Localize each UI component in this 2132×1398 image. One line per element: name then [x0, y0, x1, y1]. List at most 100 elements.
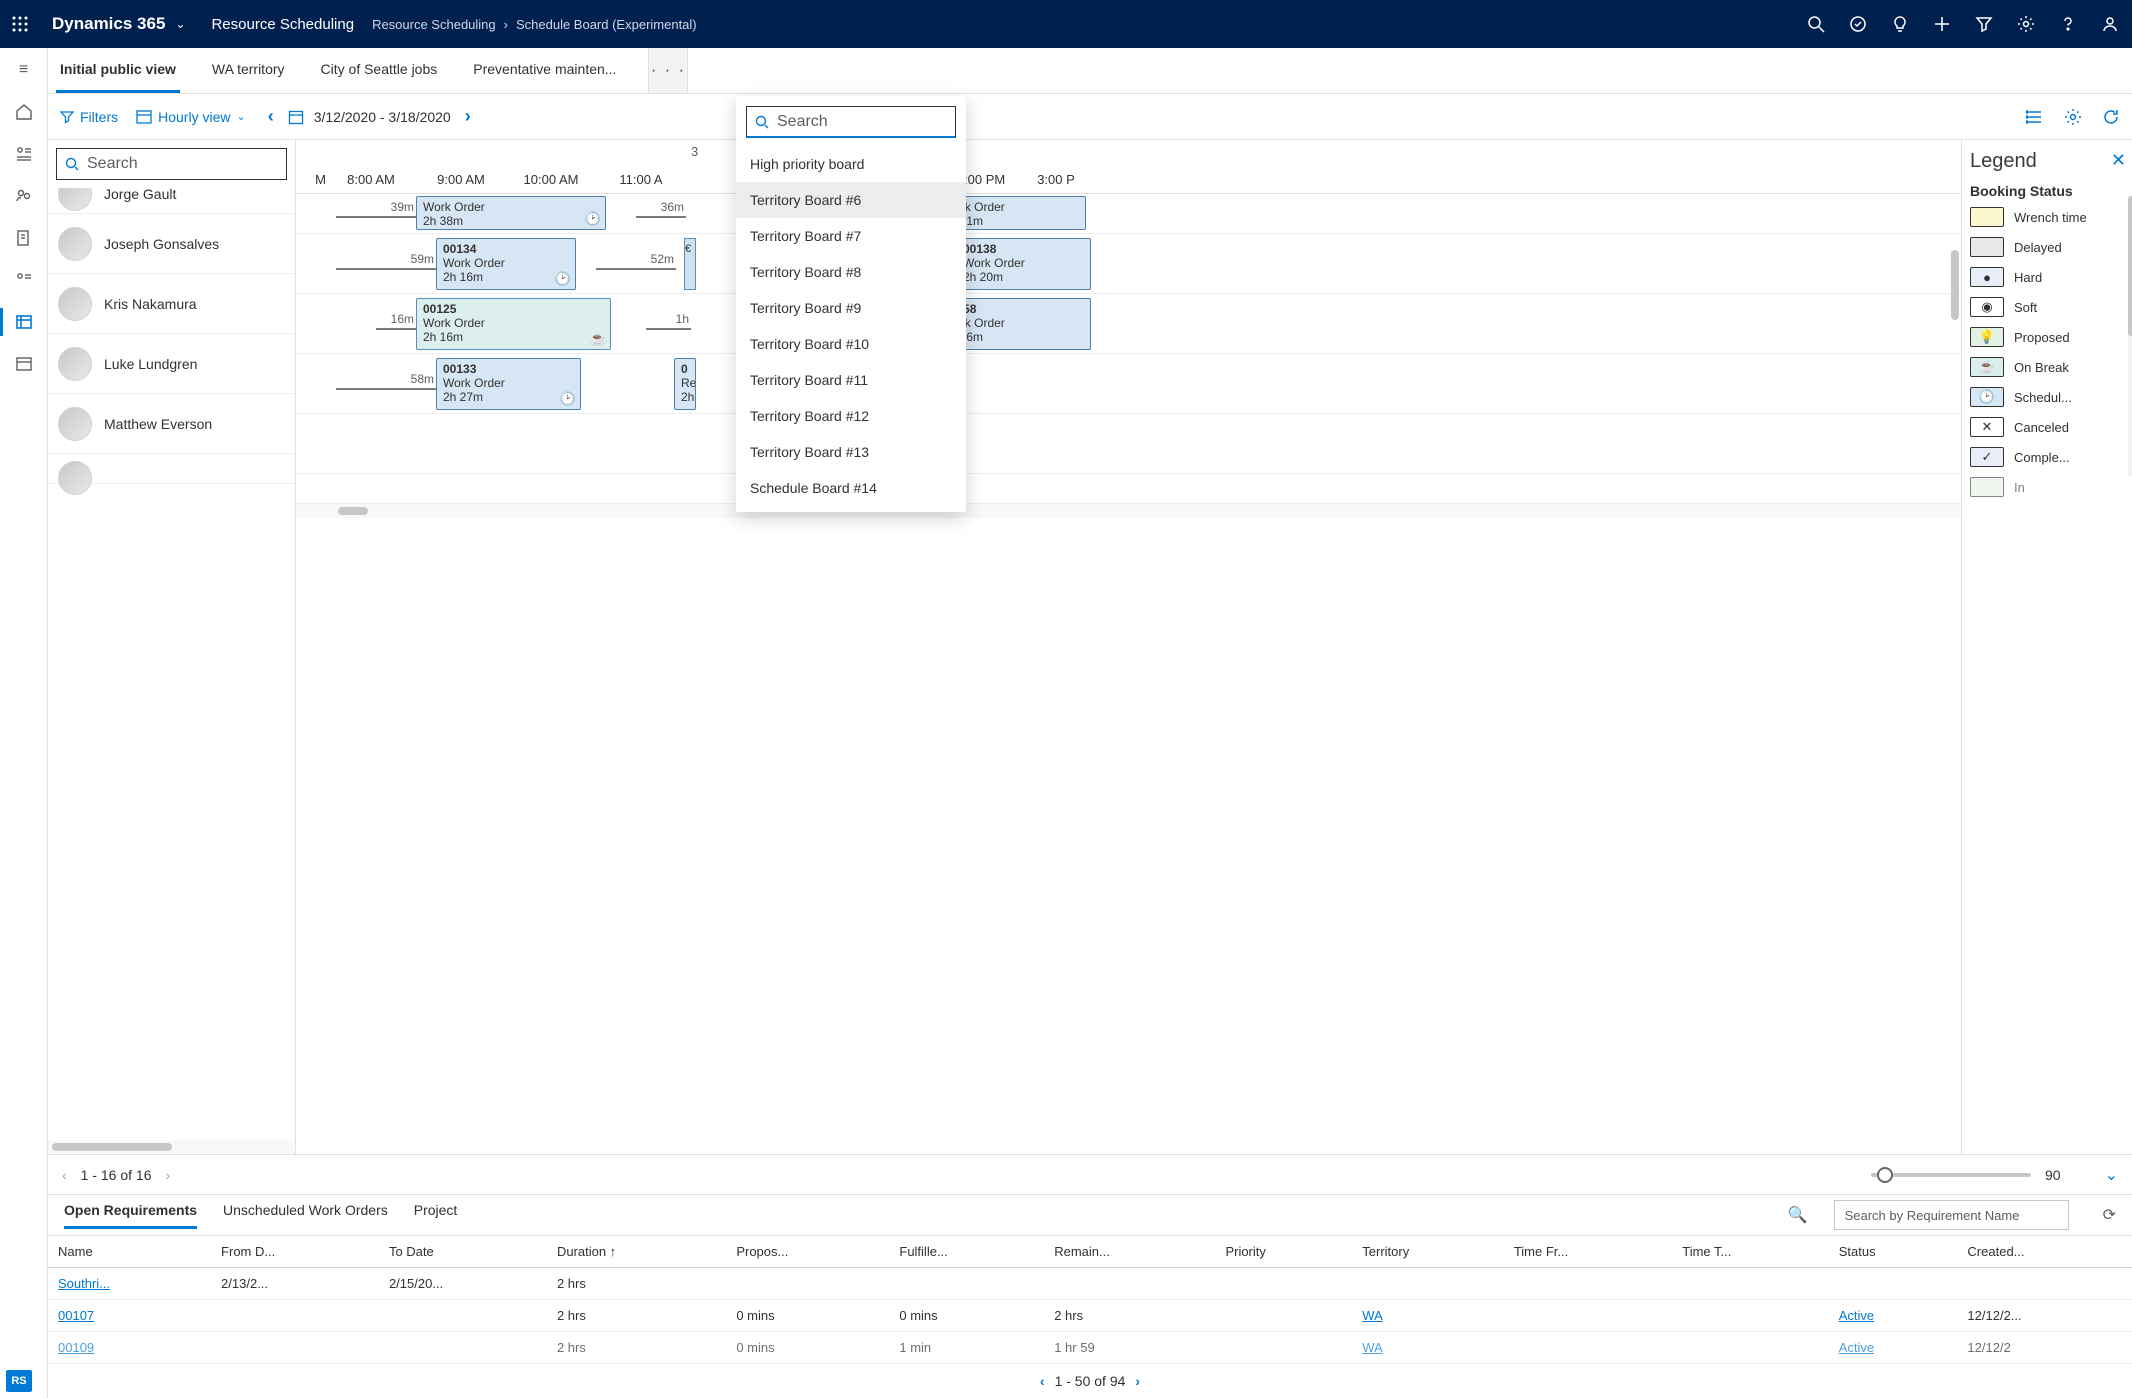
close-icon[interactable]: ✕ [2111, 150, 2126, 171]
tab-wa-territory[interactable]: WA territory [208, 48, 289, 93]
col-fulfilled[interactable]: Fulfille... [889, 1236, 1044, 1268]
territory-link[interactable]: WA [1362, 1340, 1382, 1355]
dropdown-option[interactable]: Territory Board #7 [736, 218, 966, 254]
booking-card[interactable]: 00125 Work Order 2h 16m ☕ [416, 298, 611, 350]
legend-scrollbar[interactable] [2128, 196, 2132, 476]
req-name-link[interactable]: 00107 [58, 1308, 94, 1323]
prev-page-button[interactable]: ‹ [62, 1167, 67, 1183]
view-mode-button[interactable]: Hourly view ⌄ [136, 109, 246, 125]
next-page-button[interactable]: › [1135, 1373, 1140, 1389]
col-timeto[interactable]: Time T... [1672, 1236, 1828, 1268]
tab-initial-public-view[interactable]: Initial public view [56, 48, 180, 93]
dropdown-option[interactable]: Territory Board #8 [736, 254, 966, 290]
calendar-icon[interactable] [12, 352, 36, 376]
timeline-row[interactable]: 58m 00133 Work Order 2h 27m 🕑 0 Re 2h [296, 354, 1961, 414]
col-from[interactable]: From D... [211, 1236, 379, 1268]
people-list-icon[interactable] [12, 142, 36, 166]
dropdown-option[interactable]: Territory Board #12 [736, 398, 966, 434]
person-icon[interactable] [2100, 14, 2120, 34]
col-territory[interactable]: Territory [1352, 1236, 1504, 1268]
task-icon[interactable] [1848, 14, 1868, 34]
dropdown-option[interactable]: Territory Board #11 [736, 362, 966, 398]
resource-row[interactable]: Jorge Gault [48, 188, 295, 214]
plus-icon[interactable] [1932, 14, 1952, 34]
app-area[interactable]: Resource Scheduling [211, 16, 354, 33]
hamburger-icon[interactable]: ≡ [12, 58, 36, 82]
status-link[interactable]: Active [1839, 1308, 1874, 1323]
col-duration[interactable]: Duration ↑ [547, 1236, 726, 1268]
req-name-link[interactable]: Southri... [58, 1276, 110, 1291]
refresh-icon[interactable]: ⟳ [2103, 1205, 2116, 1225]
grid-row[interactable]: 00107 2 hrs 0 mins 0 mins 2 hrs WA Activ… [48, 1300, 2132, 1332]
grid-row[interactable]: Southri... 2/13/2... 2/15/20... 2 hrs [48, 1268, 2132, 1300]
document-icon[interactable] [12, 226, 36, 250]
booking-card[interactable]: 00134 Work Order 2h 16m 🕑 [436, 238, 576, 290]
date-range-text[interactable]: 3/12/2020 - 3/18/2020 [314, 109, 451, 125]
tab-open-requirements[interactable]: Open Requirements [64, 1202, 197, 1229]
tab-project[interactable]: Project [414, 1202, 458, 1229]
breadcrumb-root[interactable]: Resource Scheduling [372, 17, 496, 32]
booking-card[interactable]: Work Order 2h 38m 🕑 [416, 196, 606, 230]
refresh-icon[interactable] [2102, 108, 2120, 126]
col-to[interactable]: To Date [379, 1236, 547, 1268]
dropdown-option[interactable]: High priority board [736, 146, 966, 182]
booking-card-edge[interactable]: € [684, 238, 696, 290]
col-created[interactable]: Created... [1957, 1236, 2132, 1268]
people-list2-icon[interactable] [12, 268, 36, 292]
resource-row[interactable] [48, 454, 295, 484]
resource-row[interactable]: Joseph Gonsalves [48, 214, 295, 274]
filters-button[interactable]: Filters [60, 109, 118, 125]
search-icon[interactable] [1806, 14, 1826, 34]
booking-card[interactable]: 00133 Work Order 2h 27m 🕑 [436, 358, 581, 410]
brand-title[interactable]: Dynamics 365 [52, 14, 165, 34]
req-name-link[interactable]: 00109 [58, 1340, 94, 1355]
resource-scrollbar[interactable] [48, 1140, 295, 1154]
help-icon[interactable] [2058, 14, 2078, 34]
col-proposed[interactable]: Propos... [726, 1236, 889, 1268]
chevron-down-icon[interactable]: ⌄ [175, 17, 185, 31]
timeline-row[interactable] [296, 414, 1961, 474]
lightbulb-icon[interactable] [1890, 14, 1910, 34]
next-range-button[interactable]: › [461, 106, 475, 127]
prev-page-button[interactable]: ‹ [1040, 1373, 1045, 1389]
team-icon[interactable] [12, 184, 36, 208]
resource-row[interactable]: Luke Lundgren [48, 334, 295, 394]
timeline-row[interactable]: 16m 00125 Work Order 2h 16m ☕ 1h 00158 W… [296, 294, 1961, 354]
search-icon[interactable]: 🔍 [1788, 1205, 1808, 1225]
col-timefrom[interactable]: Time Fr... [1504, 1236, 1672, 1268]
resource-row[interactable]: Kris Nakamura [48, 274, 295, 334]
dropdown-option[interactable]: Schedule Board #14 [736, 470, 966, 506]
timeline-row[interactable]: 59m 00134 Work Order 2h 16m 🕑 52m € 3m 0… [296, 234, 1961, 294]
dropdown-option[interactable]: Territory Board #10 [736, 326, 966, 362]
next-page-button[interactable]: › [166, 1167, 171, 1183]
booking-card-edge[interactable]: 0 Re 2h [674, 358, 696, 410]
dropdown-option[interactable]: Territory Board #9 [736, 290, 966, 326]
requirement-search-input[interactable]: Search by Requirement Name [1834, 1200, 2069, 1230]
timeline-row[interactable] [296, 474, 1961, 504]
home-icon[interactable] [12, 100, 36, 124]
resource-search-input[interactable]: Search [56, 148, 287, 180]
col-priority[interactable]: Priority [1215, 1236, 1352, 1268]
list-view-icon[interactable] [2026, 108, 2044, 126]
app-launcher-icon[interactable] [12, 16, 44, 32]
filter-icon[interactable] [1974, 14, 1994, 34]
tab-preventative[interactable]: Preventative mainten... [469, 48, 620, 93]
prev-range-button[interactable]: ‹ [264, 106, 278, 127]
chevron-down-icon[interactable]: ⌄ [2105, 1165, 2118, 1185]
resource-row[interactable]: Matthew Everson [48, 394, 295, 454]
territory-link[interactable]: WA [1362, 1308, 1382, 1323]
status-link[interactable]: Active [1839, 1340, 1874, 1355]
schedule-board-icon[interactable] [12, 310, 36, 334]
zoom-slider[interactable] [1871, 1173, 2031, 1177]
dropdown-search[interactable]: Search [746, 106, 956, 138]
breadcrumb-current[interactable]: Schedule Board (Experimental) [516, 17, 697, 32]
col-status[interactable]: Status [1829, 1236, 1958, 1268]
rs-badge[interactable]: RS [6, 1370, 32, 1392]
timeline-row[interactable]: 39m Work Order 2h 38m 🕑 36m Work Order 2… [296, 194, 1961, 234]
dropdown-option[interactable]: Territory Board #13 [736, 434, 966, 470]
tab-unscheduled[interactable]: Unscheduled Work Orders [223, 1202, 388, 1229]
calendar-icon[interactable] [288, 109, 304, 125]
dropdown-option[interactable]: Territory Board #6 [736, 182, 966, 218]
col-name[interactable]: Name [48, 1236, 211, 1268]
grid-row[interactable]: 00109 2 hrs 0 mins 1 min 1 hr 59 WA Acti… [48, 1332, 2132, 1364]
